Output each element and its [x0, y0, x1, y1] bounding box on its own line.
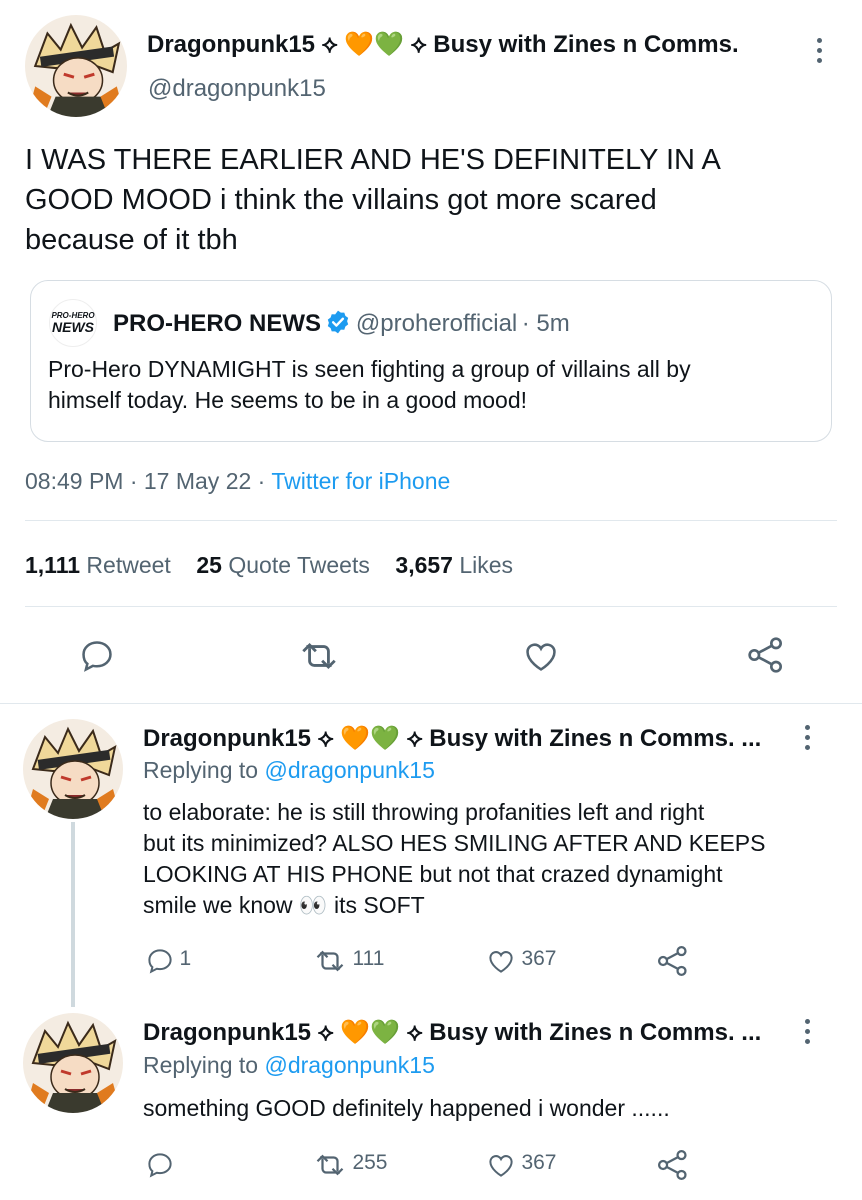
- reply-text: to elaborate: he is still throwing profa…: [143, 799, 766, 918]
- retweet-action[interactable]: 255: [312, 1150, 388, 1180]
- reply-icon: [145, 1150, 175, 1180]
- verified-badge-icon: [325, 309, 351, 335]
- sparkle-emoji: ⟡: [317, 1019, 334, 1046]
- like-icon: [485, 946, 517, 976]
- like-icon: [485, 1150, 517, 1180]
- hearts-emoji: 🧡💚: [344, 31, 405, 58]
- replying-to-handle[interactable]: @dragonpunk15: [264, 1052, 434, 1078]
- like-action[interactable]: 367: [485, 1150, 557, 1180]
- retweet-action[interactable]: 111: [312, 946, 384, 976]
- reply-count: 1: [179, 947, 192, 971]
- retweet-count: 255: [352, 1151, 388, 1175]
- tweet-stats: 1,111 Retweet 25 Quote Tweets 3,657 Like…: [25, 552, 513, 579]
- like-icon[interactable]: [521, 637, 561, 675]
- replying-to: Replying to @dragonpunk15: [143, 757, 435, 783]
- avatar[interactable]: [25, 15, 127, 117]
- more-icon[interactable]: [814, 38, 824, 68]
- status-text: Busy with Zines n Comms. ...: [429, 1019, 762, 1046]
- sparkle-emoji: ⟡: [321, 31, 338, 58]
- quoted-text: Pro-Hero DYNAMIGHT is seen fighting a gr…: [48, 356, 691, 413]
- reply-action[interactable]: [145, 1150, 175, 1180]
- replying-to-handle[interactable]: @dragonpunk15: [264, 757, 434, 783]
- reply-action[interactable]: 1: [145, 946, 191, 976]
- more-icon[interactable]: [802, 1019, 812, 1049]
- quote-stat[interactable]: 25 Quote Tweets: [196, 552, 369, 578]
- source-link[interactable]: Twitter for iPhone: [271, 468, 450, 494]
- reply-text: something GOOD definitely happened i won…: [143, 1095, 670, 1121]
- quoted-tweet-card[interactable]: PRO-HERO NEWS PRO-HERO NEWS @proheroffic…: [30, 280, 832, 442]
- display-name[interactable]: Dragonpunk15 ⟡ 🧡💚 ⟡ Busy with Zines n Co…: [143, 1018, 761, 1047]
- display-name[interactable]: Dragonpunk15 ⟡ 🧡💚 ⟡ Busy with Zines n Co…: [143, 724, 761, 753]
- quoted-time: · 5m: [521, 310, 570, 337]
- divider: [25, 520, 837, 521]
- more-icon[interactable]: [802, 725, 812, 755]
- share-icon[interactable]: [656, 944, 690, 978]
- display-name[interactable]: Dragonpunk15 ⟡ 🧡💚 ⟡ Busy with Zines n Co…: [147, 30, 739, 59]
- avatar[interactable]: [23, 1013, 123, 1113]
- retweet-count: 111: [352, 947, 385, 971]
- retweet-icon: [312, 1150, 348, 1180]
- status-text: Busy with Zines n Comms. ...: [429, 725, 762, 752]
- tweet-text: I WAS THERE EARLIER AND HE'S DEFINITELY …: [25, 144, 721, 256]
- quoted-avatar: PRO-HERO NEWS: [49, 299, 97, 347]
- hearts-emoji: 🧡💚: [340, 725, 401, 752]
- divider: [25, 606, 837, 607]
- like-count: 367: [521, 1151, 557, 1175]
- thread-connector-line: [71, 822, 75, 1007]
- like-count: 367: [521, 947, 557, 971]
- like-action[interactable]: 367: [485, 946, 557, 976]
- retweet-icon[interactable]: [297, 637, 341, 675]
- user-handle[interactable]: @dragonpunk15: [148, 75, 326, 103]
- replying-to: Replying to @dragonpunk15: [143, 1052, 435, 1078]
- sparkle-emoji: ⟡: [317, 725, 334, 752]
- retweet-icon: [312, 946, 348, 976]
- timestamp: 08:49 PM · 17 May 22 ·: [25, 468, 266, 494]
- share-icon[interactable]: [656, 1148, 690, 1182]
- avatar[interactable]: [23, 719, 123, 819]
- likes-stat[interactable]: 3,657 Likes: [395, 552, 513, 578]
- quoted-name: PRO-HERO NEWS: [113, 310, 322, 337]
- sparkle-emoji: ⟡: [406, 1019, 423, 1046]
- hearts-emoji: 🧡💚: [340, 1019, 401, 1046]
- sparkle-emoji: ⟡: [410, 31, 427, 58]
- retweet-stat[interactable]: 1,111 Retweet: [25, 552, 171, 578]
- quoted-handle: @proherofficial: [355, 310, 518, 337]
- share-icon[interactable]: [746, 635, 786, 675]
- divider: [0, 703, 862, 704]
- status-text: Busy with Zines n Comms.: [433, 31, 739, 58]
- reply-icon[interactable]: [78, 637, 116, 675]
- sparkle-emoji: ⟡: [406, 725, 423, 752]
- reply-icon: [145, 946, 175, 976]
